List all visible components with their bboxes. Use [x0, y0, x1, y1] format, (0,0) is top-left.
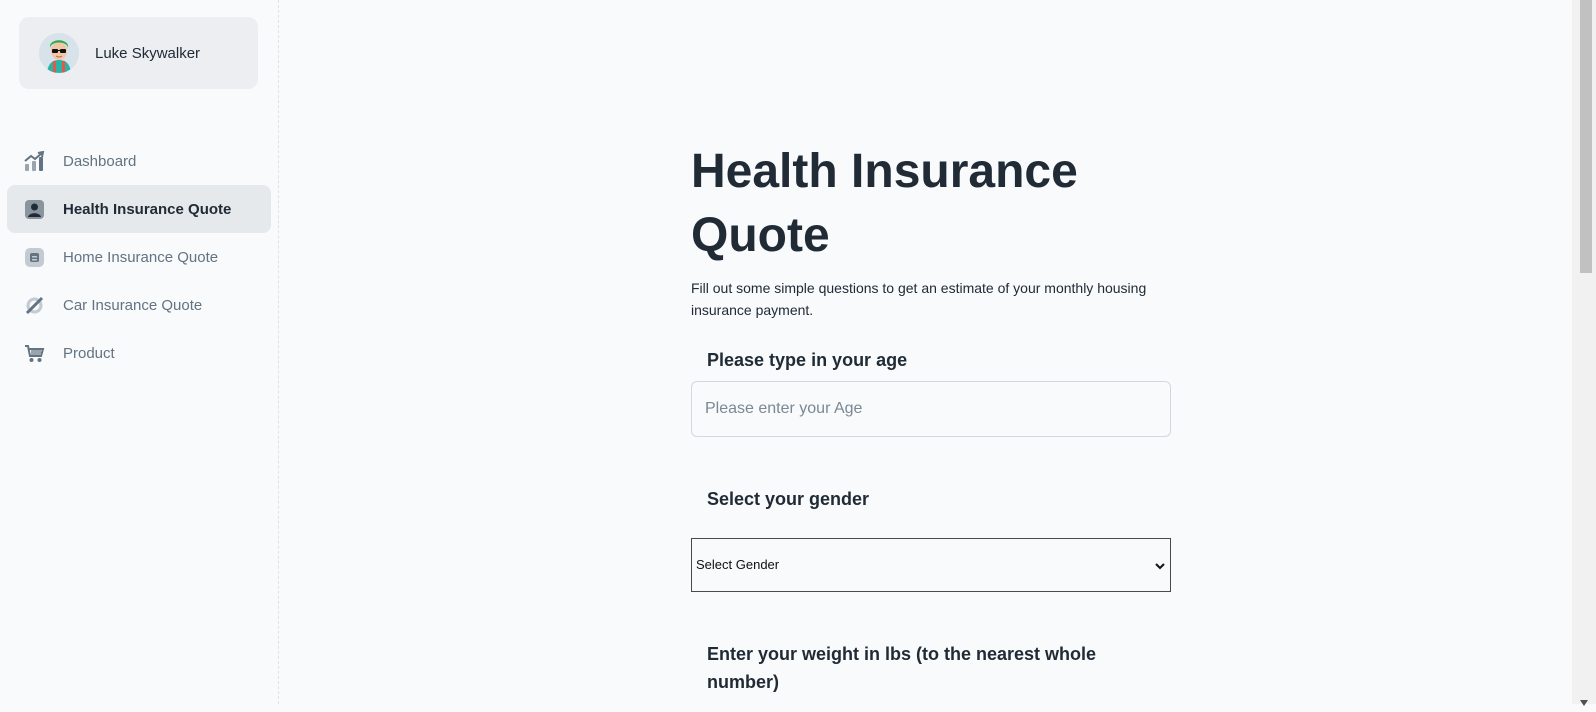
chevron-down-icon: [1154, 559, 1166, 571]
chart-icon: [24, 151, 45, 172]
page-subtitle: Fill out some simple questions to get an…: [691, 280, 1147, 318]
gender-select-value: Select Gender: [696, 557, 780, 572]
sidebar-item-label: Health Insurance Quote: [63, 200, 232, 218]
gender-select[interactable]: Select Gender: [691, 538, 1171, 592]
sidebar-item-product[interactable]: Product: [7, 329, 271, 377]
avatar-icon: [39, 33, 79, 73]
sidebar-nav: Dashboard Health Insurance Quote Home In…: [7, 137, 271, 377]
sidebar-item-label: Car Insurance Quote: [63, 296, 203, 314]
weight-label: Enter your weight in lbs (to the nearest…: [707, 644, 1097, 692]
scrollbar-thumb[interactable]: [1580, 0, 1592, 273]
age-input[interactable]: [691, 381, 1171, 437]
sidebar-item-home-insurance-quote[interactable]: Home Insurance Quote: [7, 233, 271, 281]
cart-icon: [24, 343, 45, 364]
user-name: Luke Skywalker: [95, 45, 201, 62]
sidebar-item-label: Dashboard: [63, 152, 137, 170]
sidebar-item-label: Home Insurance Quote: [63, 248, 219, 266]
page-scrollbar[interactable]: [1572, 0, 1596, 706]
disabled-icon: [24, 295, 45, 316]
sidebar-item-dashboard[interactable]: Dashboard: [7, 137, 271, 185]
page-title: Health Insurance Quote: [691, 145, 1078, 262]
sidebar: Luke Skywalker Dashboard Health Insuranc…: [0, 0, 279, 704]
sidebar-item-health-insurance-quote[interactable]: Health Insurance Quote: [7, 185, 271, 233]
main-content: Health Insurance Quote Fill out some sim…: [279, 0, 1572, 704]
scroll-down-arrow-icon[interactable]: [1579, 694, 1589, 706]
gender-label: Select your gender: [707, 489, 870, 509]
age-label: Please type in your age: [707, 350, 908, 370]
document-icon: [24, 247, 45, 268]
sidebar-item-label: Product: [63, 344, 115, 362]
user-card-icon: [24, 199, 45, 220]
user-account-card[interactable]: Luke Skywalker: [19, 17, 258, 89]
sidebar-item-car-insurance-quote[interactable]: Car Insurance Quote: [7, 281, 271, 329]
